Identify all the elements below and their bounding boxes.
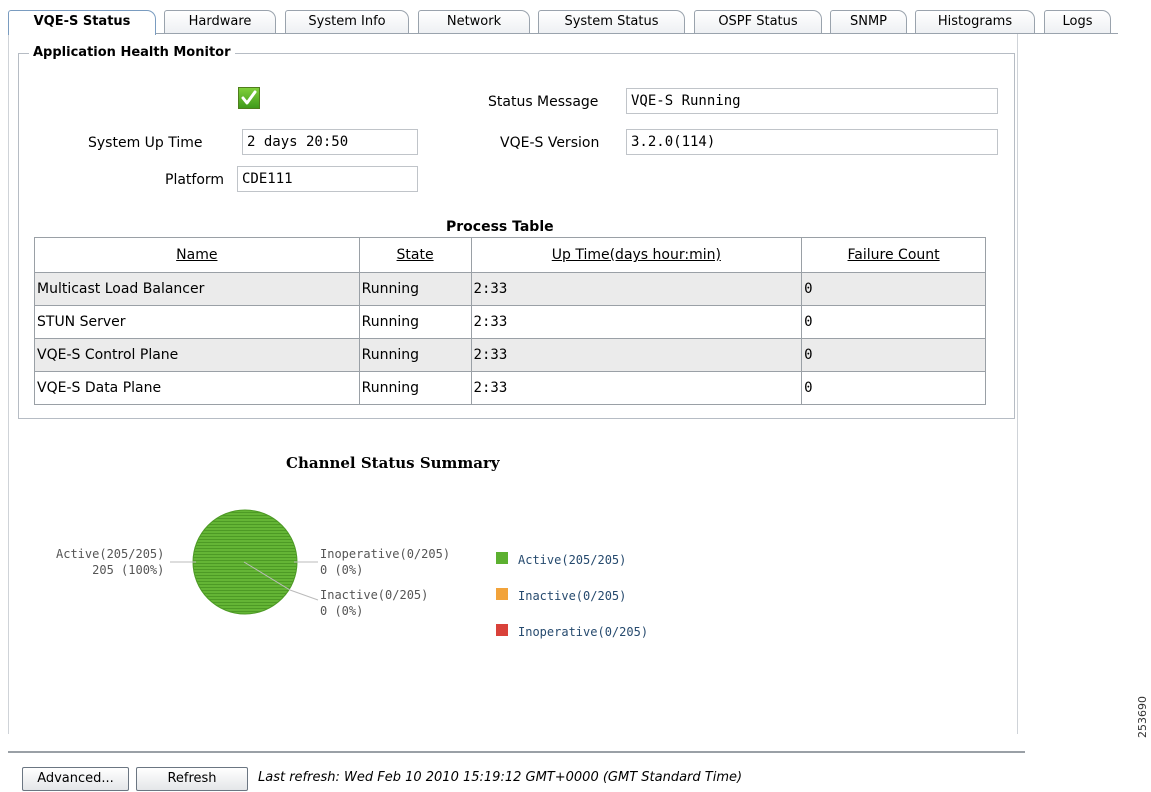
legend-item-inactive: Inactive(0/205) (518, 589, 627, 603)
pie-label-inactive-name: Inactive(0/205) (320, 588, 429, 602)
pie-label-active-value: 205 (100%) (92, 563, 165, 577)
pie-label-inoperative-name: Inoperative(0/205) (320, 547, 451, 561)
last-refresh-text: Last refresh: Wed Feb 10 2010 15:19:12 G… (258, 770, 743, 785)
pie-label-inoperative-value: 0 (0%) (320, 563, 364, 577)
legend-swatch-inactive (496, 588, 508, 600)
advanced-button[interactable]: Advanced... (22, 767, 129, 791)
pie-label-active: Active(205/205) 205 (100%) (56, 546, 164, 578)
legend-item-inoperative: Inoperative(0/205) (518, 625, 649, 639)
pie-label-inactive-value: 0 (0%) (320, 604, 364, 618)
footer-divider (8, 751, 1025, 753)
pie-label-inactive: Inactive(0/205) 0 (0%) (320, 587, 428, 619)
legend-swatch-inoperative (496, 624, 508, 636)
tab-vqe-s-status[interactable]: VQE-S Status (8, 10, 156, 35)
pie-slice-0[interactable] (192, 509, 298, 615)
figure-id: 253690 (1136, 696, 1149, 738)
legend-swatch-active (496, 552, 508, 564)
legend-item-active: Active(205/205) (518, 553, 627, 567)
refresh-button[interactable]: Refresh (136, 767, 248, 791)
pie-chart-svg (170, 509, 319, 615)
pie-slices (192, 509, 298, 615)
pie-label-active-name: Active(205/205) (56, 547, 165, 561)
pie-label-inoperative: Inoperative(0/205) 0 (0%) (320, 546, 450, 578)
